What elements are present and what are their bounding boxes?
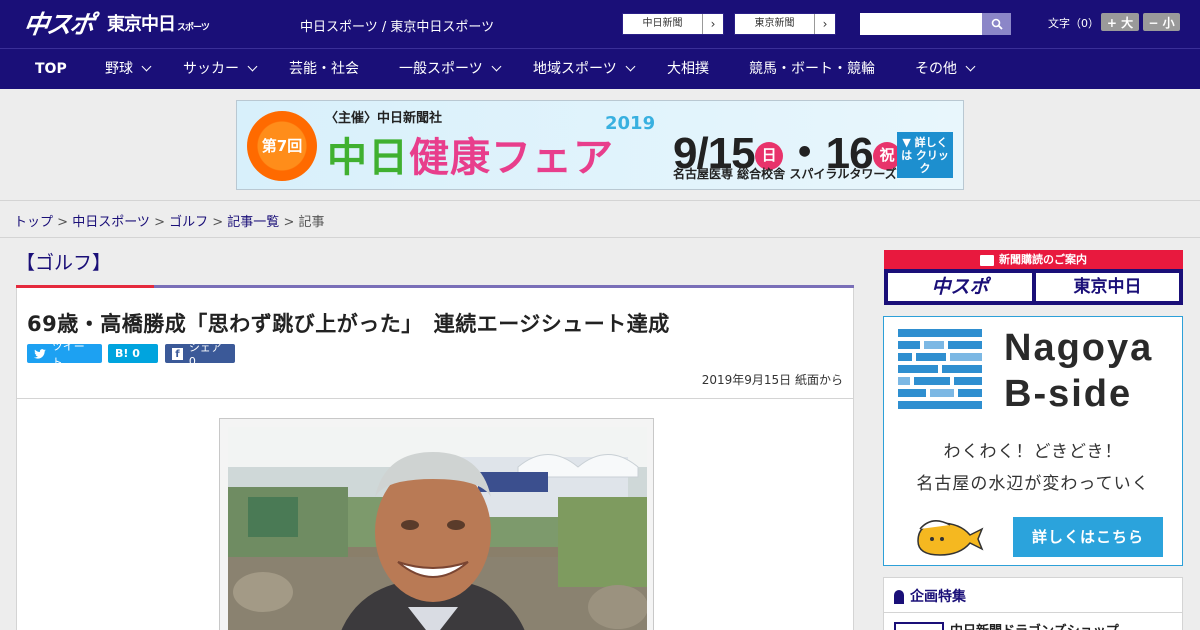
chevron-down-icon	[965, 61, 976, 72]
feature-box: 企画特集 中日新聞ドラゴンズショップ	[883, 577, 1183, 630]
nav-item-top[interactable]: TOP	[35, 49, 67, 89]
breadcrumb-current: 記事	[298, 215, 325, 230]
flower-badge: 第7回	[247, 111, 317, 181]
ribbon-icon	[894, 590, 904, 604]
breadcrumb-bar: トップ > 中日スポーツ > ゴルフ > 記事一覧 > 記事	[0, 200, 1200, 238]
article-divider	[17, 398, 853, 399]
tokyo-shimbun-button[interactable]: 東京新聞 ›	[734, 13, 836, 35]
site-logo[interactable]: 中スポ 東京中日 スポーツ	[21, 8, 210, 39]
ad-copy-2: 名古屋の水辺が変わっていく	[916, 474, 1150, 494]
twitter-icon	[34, 348, 46, 359]
feature-thumbnail[interactable]	[894, 622, 944, 630]
chevron-down-icon	[625, 61, 636, 72]
banner-title: 中日健康フェア	[327, 135, 614, 181]
subscribe-tokyo-chunichi-button[interactable]: 東京中日	[1036, 273, 1179, 301]
nav-item-other[interactable]: その他	[915, 49, 976, 89]
feature-heading: 企画特集	[894, 586, 966, 606]
nav-item-local-sports[interactable]: 地域スポーツ	[533, 49, 636, 89]
search-button[interactable]	[982, 13, 1011, 35]
chunichi-shimbun-button[interactable]: 中日新聞 ›	[622, 13, 724, 35]
font-smaller-button[interactable]: − 小	[1143, 13, 1180, 31]
newspaper-icon	[980, 254, 994, 266]
article-card: 69歳・高橋勝成「思わず跳び上がった」 連続エージシュート達成 ツイート B! …	[16, 288, 854, 630]
golfer-photo-illustration	[228, 427, 647, 630]
chevron-down-icon	[491, 61, 502, 72]
tweet-button[interactable]: ツイート	[27, 340, 102, 369]
chevron-down-icon	[247, 61, 258, 72]
banner-venue: 名古屋医専 総合校舎 スパイラルタワーズ	[673, 167, 897, 181]
breadcrumb-article-list[interactable]: 記事一覧	[227, 215, 279, 230]
chevron-down-icon	[141, 61, 152, 72]
main-nav: TOP 野球 サッカー 芸能・社会 一般スポーツ 地域スポーツ 大相撲 競馬・ボ…	[0, 48, 1200, 89]
article-photo	[228, 427, 647, 630]
banner-host: 〈主催〉中日新聞社	[325, 111, 443, 126]
font-bigger-button[interactable]: + 大	[1101, 13, 1139, 31]
chevron-right-icon: ›	[710, 17, 716, 31]
feature-item-dragons-shop[interactable]: 中日新聞ドラゴンズショップ	[950, 620, 1119, 630]
search-icon	[991, 18, 1003, 30]
subscribe-chuspo-button[interactable]: 中スポ	[888, 273, 1032, 301]
subscription-title: 新聞購読のご案内	[884, 250, 1183, 269]
fried-shrimp-mascot-icon	[917, 520, 984, 556]
breadcrumb: トップ > 中日スポーツ > ゴルフ > 記事一覧 > 記事	[14, 215, 325, 230]
nav-item-soccer[interactable]: サッカー	[183, 49, 258, 89]
breadcrumb-top[interactable]: トップ	[14, 215, 53, 230]
article-headline: 69歳・高橋勝成「思わず跳び上がった」 連続エージシュート達成	[27, 312, 670, 336]
site-header: 中スポ 東京中日 スポーツ 中日スポーツ / 東京中日スポーツ 中日新聞 › 東京…	[0, 0, 1200, 48]
banner-year: 2019	[605, 113, 656, 134]
logo-tokyo-chunichi: 東京中日 スポーツ	[107, 14, 210, 35]
article-photo-frame	[219, 418, 654, 630]
search-input[interactable]	[860, 13, 982, 35]
font-size-label: 文字（0）	[1048, 17, 1099, 30]
article-category: 【ゴルフ】	[16, 252, 112, 274]
article-date: 2019年9月15日 紙面から	[701, 373, 843, 387]
banner-click-button[interactable]: ▼ 詳しくは クリック	[897, 132, 953, 178]
health-fair-banner[interactable]: 第7回 〈主催〉中日新聞社 中日健康フェア 2019 9/15 日・16 祝 名古屋…	[236, 100, 964, 190]
site-links[interactable]: 中日スポーツ / 東京中日スポーツ	[300, 16, 494, 35]
facebook-share-button[interactable]: f シェア 0	[165, 341, 235, 368]
breadcrumb-golf[interactable]: ゴルフ	[169, 215, 208, 230]
nav-item-sumo[interactable]: 大相撲	[667, 49, 709, 89]
nav-item-baseball[interactable]: 野球	[105, 49, 152, 89]
ad-copy-1: わくわく！どきどき！	[943, 442, 1123, 462]
nav-item-entertainment[interactable]: 芸能・社会	[289, 49, 359, 89]
nav-item-racing[interactable]: 競馬・ボート・競輪	[749, 49, 875, 89]
nagoya-bside-ad[interactable]: Nagoya B-side わくわく！どきどき！ 名古屋の水辺が変わっていく 詳し…	[883, 316, 1183, 566]
chevron-right-icon: ›	[822, 17, 828, 31]
logo-chuspo: 中スポ	[21, 10, 95, 39]
brick-logo	[898, 329, 982, 413]
facebook-icon: f	[172, 347, 183, 360]
subscription-box: 新聞購読のご案内 中スポ 東京中日	[884, 250, 1183, 305]
ad-title: Nagoya B-side	[1004, 327, 1154, 415]
hatena-bookmark-button[interactable]: B! 0	[108, 344, 158, 363]
nav-item-general-sports[interactable]: 一般スポーツ	[399, 49, 502, 89]
breadcrumb-chunichi-sports[interactable]: 中日スポーツ	[72, 215, 150, 230]
ad-details-button[interactable]: 詳しくはこちら	[1013, 517, 1163, 557]
